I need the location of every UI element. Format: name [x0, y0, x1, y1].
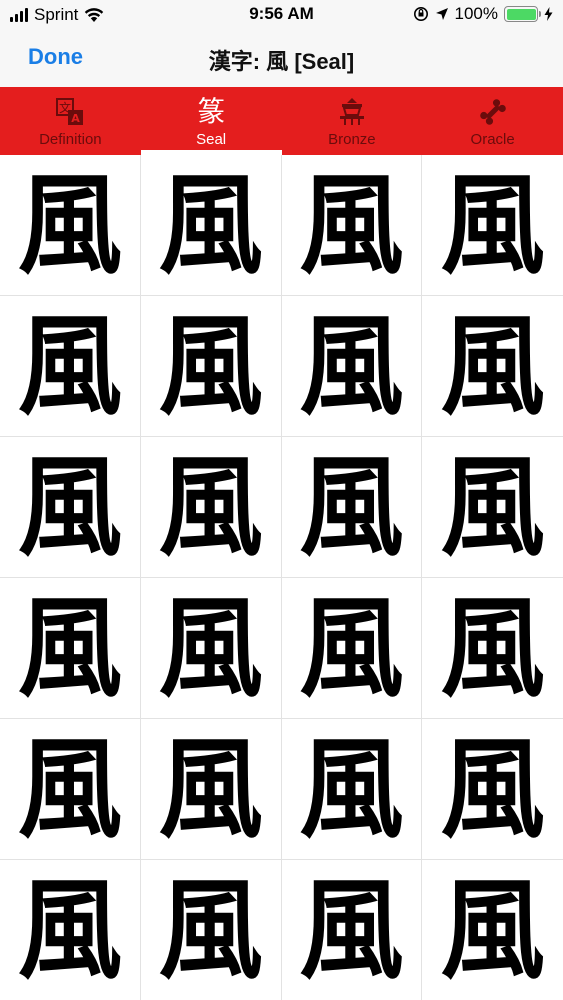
done-button[interactable]: Done [28, 44, 83, 70]
seal-glyph: 風 [440, 300, 545, 431]
orientation-lock-icon [413, 7, 428, 21]
seal-glyph: 風 [158, 582, 263, 713]
seal-glyph: 風 [158, 300, 263, 431]
seal-glyph: 風 [440, 864, 545, 995]
seal-glyph: 風 [299, 864, 404, 995]
seal-glyph: 風 [299, 582, 404, 713]
tab-seal[interactable]: 篆 Seal [140, 87, 282, 155]
glyph-cell[interactable]: 風 [422, 296, 563, 437]
glyph-cell[interactable]: 風 [281, 860, 423, 1000]
glyph-cell[interactable]: 風 [0, 719, 141, 860]
glyph-cell[interactable]: 風 [0, 578, 141, 719]
seal-glyph: 風 [440, 723, 545, 854]
tab-label: Definition [39, 131, 102, 148]
navigation-bar: Done 漢字: 風 [Seal] [0, 30, 563, 87]
glyph-cell[interactable]: 風 [140, 578, 282, 719]
seal-glyph: 風 [299, 441, 404, 572]
seal-glyph: 風 [299, 723, 404, 854]
tab-bronze[interactable]: Bronze [282, 87, 423, 155]
glyph-cell[interactable]: 風 [281, 719, 423, 860]
seal-glyph: 風 [440, 582, 545, 713]
seal-glyph: 風 [17, 864, 122, 995]
glyph-cell[interactable]: 風 [281, 578, 423, 719]
glyph-cell[interactable]: 風 [0, 155, 141, 296]
seal-glyph: 風 [17, 159, 122, 290]
glyph-cell[interactable]: 風 [422, 860, 563, 1000]
seal-glyph: 風 [299, 300, 404, 431]
glyph-cell[interactable]: 風 [422, 155, 563, 296]
seal-glyph-grid: 風 風 風 風 風 風 風 風 風 風 風 風 風 風 風 風 風 風 風 風 … [0, 155, 563, 1000]
glyph-cell[interactable]: 風 [140, 719, 282, 860]
seal-glyph: 風 [17, 300, 122, 431]
glyph-cell[interactable]: 風 [0, 860, 141, 1000]
battery-percent: 100% [454, 4, 498, 23]
seal-glyph: 風 [299, 159, 404, 290]
svg-text:A: A [72, 112, 81, 125]
glyph-cell[interactable]: 風 [0, 296, 141, 437]
glyph-cell[interactable]: 風 [140, 296, 282, 437]
seal-glyph: 風 [17, 441, 122, 572]
bone-icon [476, 95, 510, 129]
glyph-cell[interactable]: 風 [422, 578, 563, 719]
bronze-vessel-icon [335, 95, 369, 129]
glyph-cell[interactable]: 風 [281, 296, 423, 437]
glyph-cell[interactable]: 風 [281, 437, 423, 578]
glyph-cell[interactable]: 風 [0, 437, 141, 578]
glyph-cell[interactable]: 風 [140, 860, 282, 1000]
status-right: 100% [413, 4, 553, 24]
seal-glyph: 風 [158, 864, 263, 995]
charging-bolt-icon [544, 7, 553, 21]
page-title: 漢字: 風 [Seal] [208, 49, 355, 74]
location-arrow-icon [435, 8, 448, 20]
battery-icon [504, 6, 541, 22]
seal-glyph: 風 [440, 159, 545, 290]
tab-label: Oracle [470, 131, 515, 148]
tab-definition[interactable]: 文 A Definition [0, 87, 141, 155]
seal-glyph: 風 [158, 723, 263, 854]
seal-glyph: 風 [440, 441, 545, 572]
tab-oracle[interactable]: Oracle [422, 87, 563, 155]
seal-glyph: 風 [158, 159, 263, 290]
status-bar: Sprint 9:56 AM 100% [0, 0, 563, 30]
glyph-cell[interactable]: 風 [422, 437, 563, 578]
seal-glyph: 風 [17, 723, 122, 854]
seal-glyph: 風 [158, 441, 263, 572]
glyph-cell[interactable]: 風 [140, 155, 282, 296]
translate-icon: 文 A [53, 95, 87, 129]
tab-label: Bronze [328, 131, 376, 148]
glyph-cell[interactable]: 風 [140, 437, 282, 578]
script-tab-bar: 文 A Definition 篆 Seal Bronze Oracle [0, 87, 563, 155]
glyph-cell[interactable]: 風 [281, 155, 423, 296]
seal-glyph: 風 [17, 582, 122, 713]
tab-label: Seal [196, 131, 227, 148]
glyph-cell[interactable]: 風 [422, 719, 563, 860]
seal-script-icon: 篆 [197, 95, 226, 128]
